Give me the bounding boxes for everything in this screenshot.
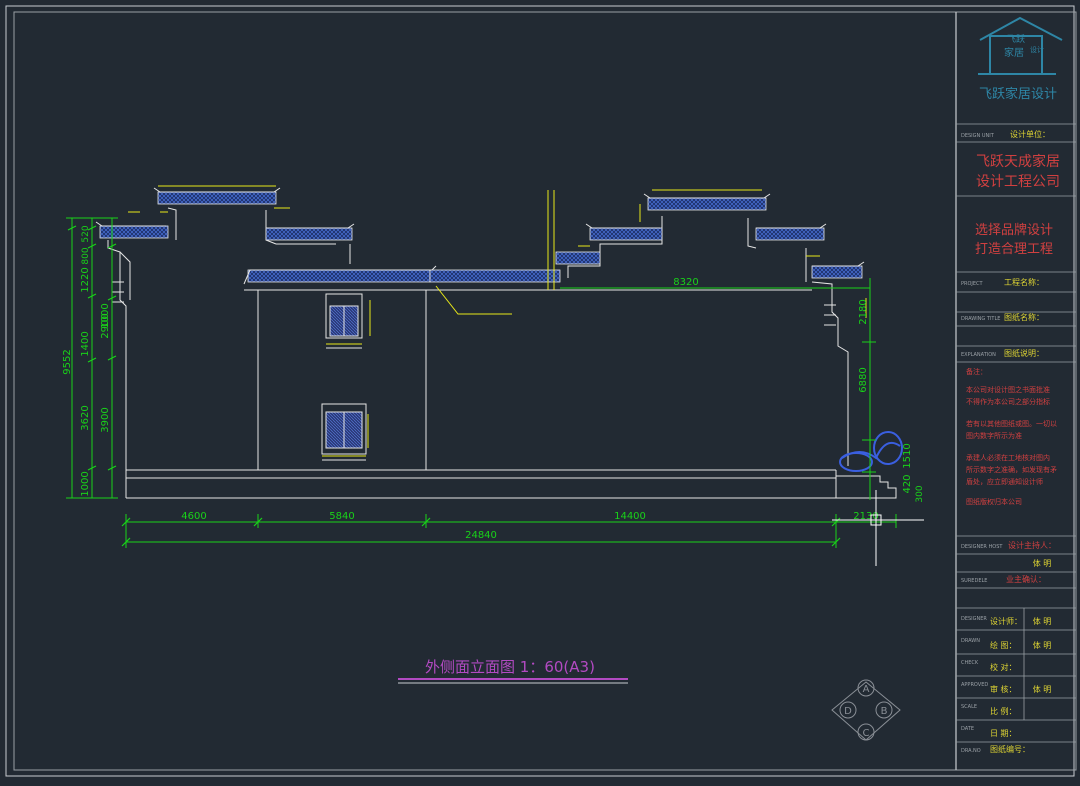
shrub: [839, 431, 903, 472]
explanation-label: EXPLANATION: [961, 352, 996, 358]
approved-value: 审 核：: [990, 684, 1017, 694]
dim-1000-outer: 1000: [80, 471, 91, 496]
sure-label: SUREDELE: [961, 578, 987, 584]
dim-6880: 6880: [858, 367, 869, 392]
drawing-title-value: 图纸名称：: [1004, 312, 1044, 322]
window-upper: [325, 293, 363, 349]
dim-1400: 1400: [80, 331, 91, 356]
dim-14400: 14400: [614, 511, 646, 522]
dim-1510: 1510: [902, 443, 913, 468]
entrance-steps: [836, 475, 897, 499]
dim-24840: 24840: [465, 530, 497, 541]
elevation-drawing: 4600 5840 14400 2130 24840 8320 9552 520…: [62, 185, 925, 566]
dim-2180: 2180: [858, 299, 869, 324]
check-label: CHECK: [961, 660, 979, 666]
designer-label: DESIGNER: [961, 616, 987, 622]
note-3-line-2: 所示数字之准确，如发现有矛: [966, 465, 1057, 474]
project-value: 工程名称：: [1004, 277, 1044, 287]
designer-host-value: 设计主持人：: [1008, 540, 1056, 550]
company-line-1: 飞跃天成家居: [976, 153, 1060, 170]
note-4: 图纸版权归本公司: [966, 497, 1022, 506]
dim-800: 800: [81, 247, 91, 264]
sheet-inner-border: [13, 11, 1077, 771]
designer-value: 设计师：: [990, 616, 1022, 626]
scale-label: SCALE: [961, 704, 977, 710]
house-logo-icon: [978, 16, 1063, 75]
logo-mark-1: 飞跃: [1007, 34, 1025, 45]
date-value: 日 期：: [990, 729, 1017, 738]
drawn-value: 绘 图：: [990, 640, 1017, 650]
dim-4600: 4600: [181, 511, 206, 522]
drawing-title-label: DRAWING TITLE: [961, 316, 1000, 322]
date-label: DATE: [961, 726, 974, 732]
mark-c: C: [863, 728, 870, 739]
cad-drawing-sheet: 4600 5840 14400 2130 24840 8320 9552 520…: [0, 0, 1080, 782]
designer-name: 体 明: [1033, 616, 1052, 626]
design-unit-label: DESIGN UNIT: [961, 133, 995, 139]
dim-8320: 8320: [673, 277, 698, 288]
note-3-line-1: 承建人必须在工地核对图内: [966, 453, 1050, 462]
logo-mark-side: 设计: [1030, 45, 1044, 54]
dim-2900: 2900: [100, 313, 111, 338]
roof-tiles: [95, 187, 865, 291]
drawn-name: 体 明: [1033, 640, 1052, 650]
logo-mark-2: 家居: [1004, 46, 1024, 59]
mark-a: A: [863, 684, 870, 695]
company-line-2: 设计工程公司: [976, 174, 1060, 190]
approved-name: 体 明: [1033, 684, 1052, 694]
roof-level-marks: [128, 185, 867, 457]
title-block: 飞跃 家居 设计 飞跃家居设计 DESIGN UNIT 设计单位： 飞跃天成家居…: [956, 16, 1076, 754]
note-2-line-1: 若有以其他图纸或图。一切以: [966, 419, 1057, 428]
drawing-no-value: 图纸编号：: [990, 744, 1030, 754]
note-3-line-3: 盾处，应立即通知设计师: [966, 477, 1043, 486]
designer-host-name: 体 明: [1033, 558, 1052, 568]
dim-420: 420: [902, 474, 913, 493]
note-1-line-2: 不得作为本公司之部分指标: [966, 397, 1050, 406]
dim-3620: 3620: [80, 405, 91, 430]
approved-label: APPROVED: [961, 682, 988, 688]
drawing-title: 外侧面立面图 1：60(A3): [425, 658, 595, 676]
crosshair-cursor: [832, 490, 924, 566]
notes-head: 备注：: [966, 367, 987, 376]
building-outline: [107, 207, 849, 499]
dim-520: 520: [81, 225, 91, 242]
designer-host-label: DESIGNER HOST: [961, 544, 1003, 550]
slogan-line-1: 选择品牌设计: [975, 222, 1053, 238]
slogan-line-2: 打造合理工程: [975, 242, 1053, 257]
dim-300: 300: [915, 485, 925, 502]
dim-5840: 5840: [329, 511, 354, 522]
design-unit-value: 设计单位：: [1010, 129, 1050, 139]
dim-3900: 3900: [100, 407, 111, 432]
drawn-label: DRAWN: [961, 638, 980, 644]
logo-caption: 飞跃家居设计: [979, 86, 1057, 102]
mark-d: D: [844, 706, 852, 717]
note-2-line-2: 图内数字所示为准: [966, 431, 1022, 440]
check-value: 校 对：: [990, 662, 1017, 672]
dim-1220: 1220: [80, 267, 91, 292]
dim-9552: 9552: [62, 349, 73, 374]
window-lower: [321, 403, 367, 461]
drawing-no-label: DRA.NO: [961, 748, 981, 754]
project-label: PROJECT: [961, 281, 984, 287]
explanation-value: 图纸说明：: [1004, 348, 1044, 358]
scale-value: 比 例：: [990, 706, 1017, 716]
mark-b: B: [881, 706, 888, 717]
sure-value: 业主确认：: [1006, 574, 1046, 584]
cad-canvas[interactable]: 4600 5840 14400 2130 24840 8320 9552 520…: [0, 0, 1080, 782]
note-1-line-1: 本公司对设计图之书面批准: [966, 385, 1050, 394]
